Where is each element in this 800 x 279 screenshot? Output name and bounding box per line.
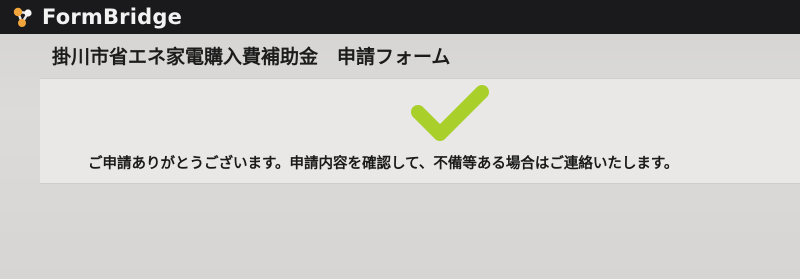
formbridge-logo-icon[interactable] — [10, 4, 36, 30]
brand-name[interactable]: FormBridge — [42, 5, 182, 29]
screen: FormBridge 掛川市省エネ家電購入費補助金 申請フォーム ご申請ありがと… — [0, 0, 800, 279]
confirmation-message: ご申請ありがとうございます。申請内容を確認して、不備等ある場合はご連絡いたします… — [88, 156, 679, 172]
checkmark-icon — [408, 84, 492, 146]
page-title: 掛川市省エネ家電購入費補助金 申請フォーム — [52, 46, 451, 68]
app-header: FormBridge — [0, 0, 800, 34]
